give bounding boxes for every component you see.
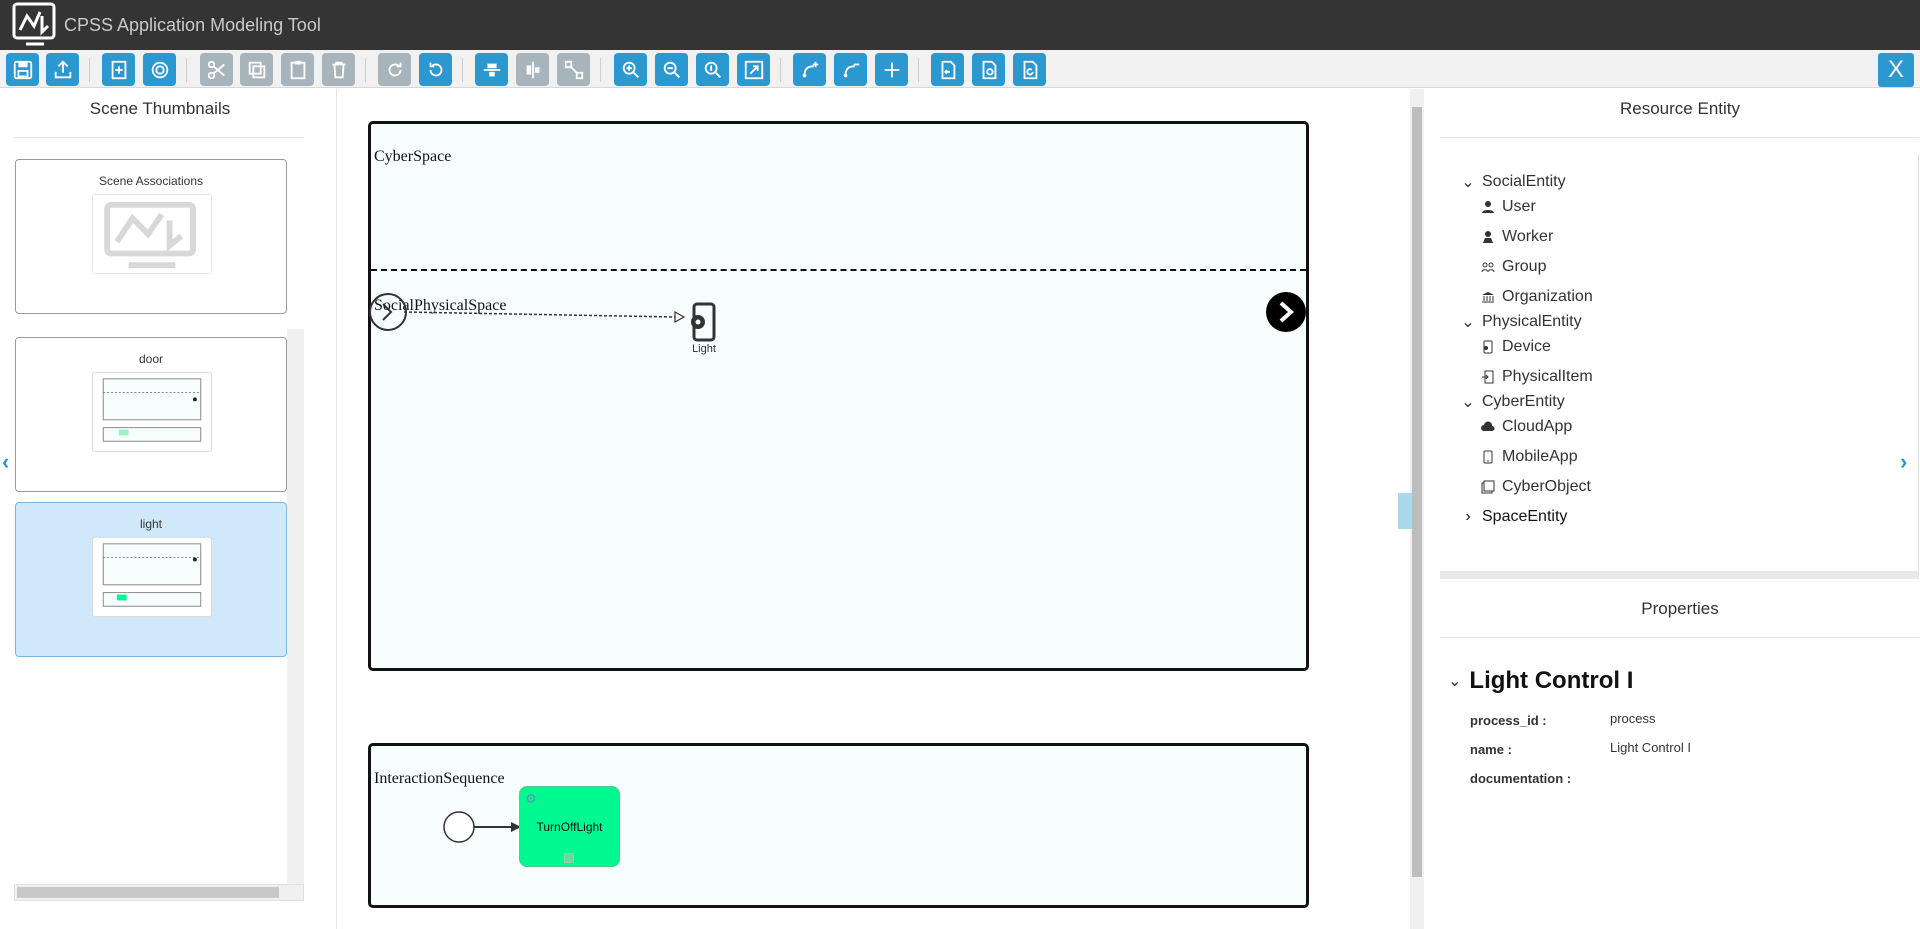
remove-connection-icon[interactable]: [834, 53, 867, 86]
collapse-left-panel-icon[interactable]: ‹: [2, 449, 9, 475]
new-scene-icon[interactable]: [102, 53, 135, 86]
scene-label: door: [138, 352, 164, 366]
import-process-icon[interactable]: [972, 53, 1005, 86]
properties-heading[interactable]: ⌄ Light Control I: [1448, 667, 1633, 695]
tree-node-physicalentity[interactable]: ⌄ PhysicalEntity: [1460, 313, 1581, 331]
expand-panel-toggle-icon[interactable]: [1398, 493, 1412, 529]
redo-icon[interactable]: [378, 53, 411, 86]
service-task-gear-icon: ⚙: [525, 791, 537, 806]
loop-marker-icon: [564, 853, 574, 863]
toolbar: X: [0, 50, 1920, 88]
interaction-sequence-pool[interactable]: InteractionSequence ⚙ TurnOffLight: [368, 743, 1309, 908]
start-event-icon: [443, 811, 475, 843]
fit-icon[interactable]: [737, 53, 770, 86]
tree-node-device[interactable]: Device: [1480, 338, 1551, 356]
scene-preview: [92, 372, 212, 452]
chevron-down-icon: ⌄: [1461, 174, 1475, 191]
tree-node-physicalitem[interactable]: PhysicalItem: [1480, 368, 1593, 386]
physical-item-icon: [1480, 369, 1496, 385]
scene-thumbnail-door[interactable]: door: [15, 337, 287, 492]
save-icon[interactable]: [6, 53, 39, 86]
group-icon: [1480, 259, 1496, 275]
resize-icon[interactable]: [557, 53, 590, 86]
mobile-icon: [1480, 449, 1496, 465]
cyberspace-pool[interactable]: CyberSpace SocialPhysicalSpace Light: [368, 121, 1309, 671]
property-documentation: documentation :: [1470, 771, 1572, 786]
tree-node-cyberobject[interactable]: CyberObject: [1480, 478, 1591, 496]
scene-thumbnails-panel: Scene Thumbnails Scene Associations door: [0, 89, 337, 929]
light-node[interactable]: Light: [673, 302, 735, 355]
scene-preview: [92, 537, 212, 617]
undo-icon[interactable]: [419, 53, 452, 86]
cyber-object-icon: [1480, 479, 1496, 495]
worker-icon: [1480, 229, 1496, 245]
properties-title: Properties: [1641, 599, 1719, 618]
chevron-right-icon: ›: [1465, 508, 1471, 525]
close-button[interactable]: X: [1878, 53, 1914, 87]
user-icon: [1480, 199, 1496, 215]
resource-entity-title: Resource Entity: [1620, 99, 1740, 118]
zoom-out-icon[interactable]: [655, 53, 688, 86]
right-panel: Resource Entity ⌄ SocialEntity User Worke…: [1440, 89, 1920, 929]
device-gear-icon: [691, 302, 716, 342]
title-bar: CPSS Application Modeling Tool: [0, 0, 1920, 50]
organization-icon: [1480, 289, 1496, 305]
outgoing-event-icon: [1266, 292, 1306, 332]
delete-icon[interactable]: [322, 53, 355, 86]
task-label: TurnOffLight: [536, 820, 603, 834]
chevron-down-icon: ⌄: [1461, 314, 1475, 331]
refresh-icon[interactable]: [1013, 53, 1046, 86]
scene-associations-icon: [92, 194, 212, 274]
device-icon: [1480, 339, 1496, 355]
lane-diagram: [369, 292, 1306, 332]
property-process-id: process_id :: [1470, 713, 1547, 728]
add-connection-icon[interactable]: [793, 53, 826, 86]
chevron-down-icon: ⌄: [1461, 394, 1475, 411]
cloud-icon: [1480, 419, 1496, 435]
incoming-event-icon: [369, 293, 407, 331]
sequence-diagram: [443, 811, 521, 843]
scene-thumbnail-associations[interactable]: Scene Associations: [15, 159, 287, 314]
align-top-icon[interactable]: [475, 53, 508, 86]
tree-node-socialentity[interactable]: ⌄ SocialEntity: [1460, 173, 1565, 191]
panel-title: Scene Thumbnails: [89, 99, 231, 118]
association-edge: [403, 311, 676, 318]
scene-settings-icon[interactable]: [143, 53, 176, 86]
resource-tree: ⌄ SocialEntity User Worker Group Organiza…: [1440, 155, 1919, 579]
export-icon[interactable]: [46, 53, 79, 86]
zoom-actual-icon[interactable]: [696, 53, 729, 86]
canvas-vertical-scrollbar[interactable]: [1410, 89, 1424, 929]
scene-thumbnail-light[interactable]: light: [15, 502, 287, 657]
property-name-value[interactable]: Light Control I: [1610, 740, 1691, 755]
tree-node-spaceentity[interactable]: › SpaceEntity: [1460, 508, 1567, 526]
paste-icon[interactable]: [281, 53, 314, 86]
tree-node-group[interactable]: Group: [1480, 258, 1546, 276]
properties-heading-label: Light Control I: [1469, 667, 1634, 694]
add-icon[interactable]: [875, 53, 908, 86]
copy-icon[interactable]: [240, 53, 273, 86]
import-icon[interactable]: [931, 53, 964, 86]
zoom-in-icon[interactable]: [614, 53, 647, 86]
tree-node-user[interactable]: User: [1480, 198, 1536, 216]
chevron-down-icon: ⌄: [1448, 673, 1462, 690]
cut-icon[interactable]: [200, 53, 233, 86]
tree-node-cloudapp[interactable]: CloudApp: [1480, 418, 1572, 436]
diagram-canvas[interactable]: CyberSpace SocialPhysicalSpace Light Int…: [338, 89, 1408, 929]
tree-node-mobileapp[interactable]: MobileApp: [1480, 448, 1578, 466]
app-logo-icon: [12, 2, 56, 46]
task-node[interactable]: ⚙ TurnOffLight: [519, 786, 620, 867]
tree-node-cyberentity[interactable]: ⌄ CyberEntity: [1460, 393, 1564, 411]
tree-node-worker[interactable]: Worker: [1480, 228, 1553, 246]
property-name: name :: [1470, 742, 1512, 757]
thumbnail-scrollbar[interactable]: [287, 329, 304, 884]
thumbnail-horizontal-scrollbar[interactable]: [14, 884, 304, 901]
scene-label: light: [139, 517, 162, 531]
app-title: CPSS Application Modeling Tool: [64, 15, 321, 35]
tree-node-organization[interactable]: Organization: [1480, 288, 1593, 306]
property-process-id-value[interactable]: process: [1610, 711, 1656, 726]
align-middle-icon[interactable]: [516, 53, 549, 86]
collapse-right-panel-icon[interactable]: ›: [1900, 449, 1907, 475]
scene-label: Scene Associations: [98, 174, 204, 188]
node-label: Light: [692, 343, 716, 355]
